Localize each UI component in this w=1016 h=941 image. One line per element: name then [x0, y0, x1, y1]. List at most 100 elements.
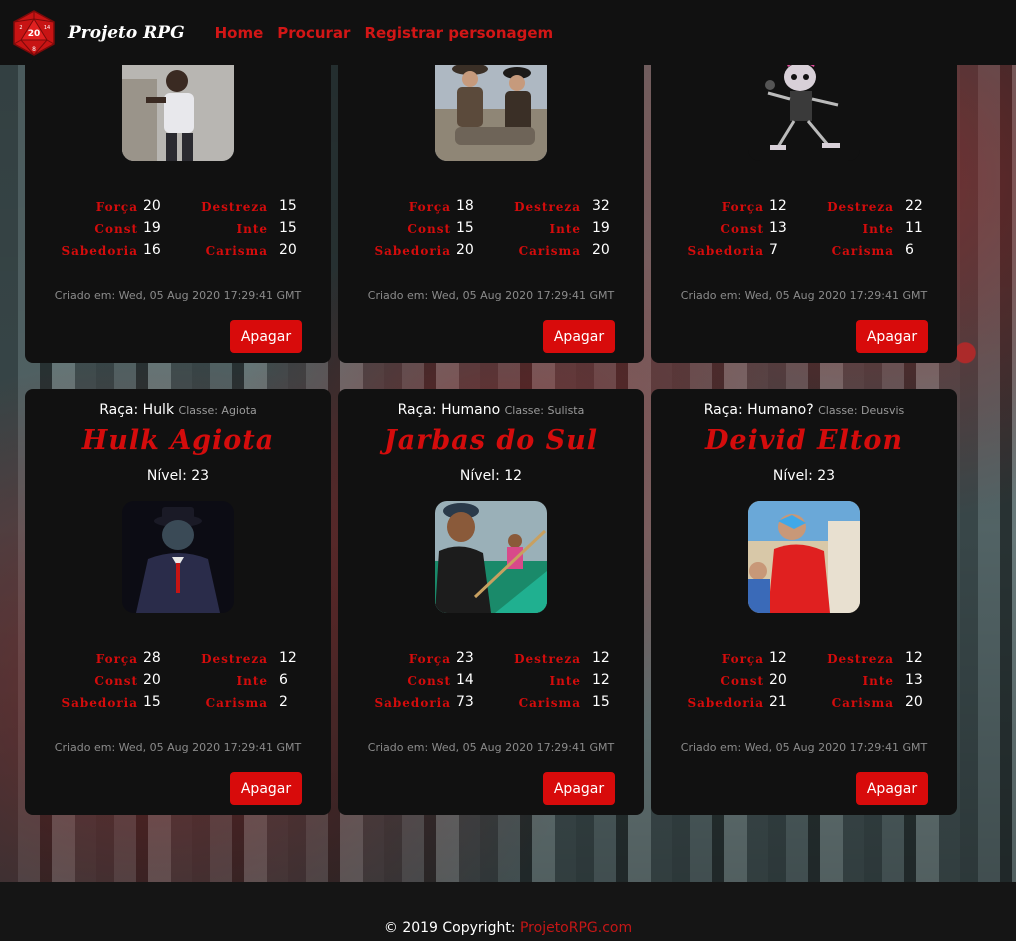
stat-label-const: Const [94, 674, 138, 688]
stat-label-carisma: Carisma [205, 696, 268, 710]
stats-table: Força 28 Destreza 12 Const 20 Inte 6 Sab… [25, 649, 331, 715]
stat-value-sabedoria: 21 [769, 694, 787, 710]
nav-search-link[interactable]: Procurar [277, 24, 350, 42]
character-name: Hulk Agiota [81, 425, 275, 456]
stat-value-carisma: 15 [592, 694, 610, 710]
race-label: Raça: Humano? [703, 402, 814, 418]
stat-value-carisma: 2 [279, 694, 288, 710]
created-timestamp: Criado em: Wed, 05 Aug 2020 17:29:41 GMT [680, 289, 928, 302]
stat-value-inte: 15 [279, 220, 297, 236]
svg-text:14: 14 [44, 25, 50, 31]
class-label: Classe: Deusvis [818, 404, 905, 417]
svg-text:20: 20 [28, 29, 41, 39]
character-level: Nível: 12 [459, 468, 523, 484]
delete-button[interactable]: Apagar [856, 320, 928, 353]
stat-label-inte: Inte [549, 222, 581, 236]
stat-label-forca: Força [721, 652, 764, 666]
stat-value-const: 19 [143, 220, 161, 236]
stat-value-carisma: 20 [279, 242, 297, 258]
delete-button[interactable]: Apagar [543, 320, 615, 353]
stat-label-forca: Força [95, 200, 138, 214]
svg-text:8: 8 [32, 46, 36, 53]
stat-value-inte: 12 [592, 672, 610, 688]
nav-register-link[interactable]: Registrar personagem [364, 24, 553, 42]
stat-value-const: 15 [456, 220, 474, 236]
created-timestamp: Criado em: Wed, 05 Aug 2020 17:29:41 GMT [680, 741, 928, 754]
footer: © 2019 Copyright: ProjetoRPG.com [0, 882, 1016, 941]
character-avatar [122, 49, 234, 161]
svg-text:2: 2 [19, 25, 22, 31]
stat-value-inte: 13 [905, 672, 923, 688]
stat-value-inte: 6 [279, 672, 288, 688]
stat-value-inte: 11 [905, 220, 923, 236]
stat-value-const: 20 [143, 672, 161, 688]
character-card: Raça: Hulk Classe: Agiota Hulk Agiota Ní… [25, 389, 331, 815]
stat-label-forca: Força [721, 200, 764, 214]
stat-value-sabedoria: 20 [456, 242, 474, 258]
stat-value-sabedoria: 7 [769, 242, 778, 258]
delete-button[interactable]: Apagar [230, 320, 302, 353]
character-name: Jarbas do Sul [383, 425, 599, 456]
character-level: Nível: 23 [772, 468, 836, 484]
stat-value-forca: 12 [769, 198, 787, 214]
brand-title[interactable]: Projeto RPG [68, 23, 185, 43]
character-card: Raça: Humano? Classe: Deusvis Deivid Elt… [651, 389, 957, 815]
stat-label-carisma: Carisma [205, 244, 268, 258]
stat-label-sabedoria: Sabedoria [61, 244, 138, 258]
stat-value-const: 20 [769, 672, 787, 688]
d20-dice-icon[interactable]: 20 8 2 14 [10, 9, 58, 57]
delete-button[interactable]: Apagar [856, 772, 928, 805]
stat-label-carisma: Carisma [831, 696, 894, 710]
stat-value-destreza: 12 [279, 650, 297, 666]
stat-label-sabedoria: Sabedoria [374, 696, 451, 710]
character-avatar [435, 49, 547, 161]
stats-table: Força 12 Destreza 12 Const 20 Inte 13 Sa… [651, 649, 957, 715]
stat-label-destreza: Destreza [514, 652, 581, 666]
stat-label-inte: Inte [236, 222, 268, 236]
created-timestamp: Criado em: Wed, 05 Aug 2020 17:29:41 GMT [367, 289, 615, 302]
created-timestamp: Criado em: Wed, 05 Aug 2020 17:29:41 GMT [54, 741, 302, 754]
stat-label-sabedoria: Sabedoria [687, 244, 764, 258]
class-label: Classe: Agiota [178, 404, 257, 417]
stat-value-carisma: 20 [905, 694, 923, 710]
delete-button[interactable]: Apagar [543, 772, 615, 805]
stat-label-const: Const [720, 674, 764, 688]
character-card: Força 12 Destreza 22 Const 13 Inte 11 Sa… [651, 40, 957, 363]
stat-value-forca: 20 [143, 198, 161, 214]
stat-label-destreza: Destreza [201, 652, 268, 666]
copyright-text: © 2019 Copyright: [383, 920, 520, 936]
stat-value-destreza: 15 [279, 198, 297, 214]
race-class-line: Raça: Humano? Classe: Deusvis [651, 402, 957, 418]
stats-table: Força 23 Destreza 12 Const 14 Inte 12 Sa… [338, 649, 644, 715]
stat-label-sabedoria: Sabedoria [61, 696, 138, 710]
stat-label-const: Const [94, 222, 138, 236]
stat-label-inte: Inte [862, 674, 894, 688]
character-avatar [435, 501, 547, 613]
character-name: Deivid Elton [704, 425, 904, 456]
stat-label-carisma: Carisma [518, 244, 581, 258]
stats-table: Força 12 Destreza 22 Const 13 Inte 11 Sa… [651, 197, 957, 263]
stat-label-sabedoria: Sabedoria [687, 696, 764, 710]
class-label: Classe: Sulista [504, 404, 585, 417]
stat-value-destreza: 12 [592, 650, 610, 666]
stat-label-inte: Inte [862, 222, 894, 236]
stat-label-const: Const [407, 222, 451, 236]
character-card: Força 20 Destreza 15 Const 19 Inte 15 Sa… [25, 40, 331, 363]
stat-value-destreza: 22 [905, 198, 923, 214]
character-avatar [122, 501, 234, 613]
footer-site-link[interactable]: ProjetoRPG.com [520, 920, 632, 936]
character-level: Nível: 23 [146, 468, 210, 484]
stat-value-forca: 18 [456, 198, 474, 214]
stats-table: Força 20 Destreza 15 Const 19 Inte 15 Sa… [25, 197, 331, 263]
delete-button[interactable]: Apagar [230, 772, 302, 805]
stat-value-destreza: 32 [592, 198, 610, 214]
stat-value-forca: 12 [769, 650, 787, 666]
stat-label-forca: Força [408, 200, 451, 214]
character-avatar [748, 501, 860, 613]
stat-label-destreza: Destreza [827, 200, 894, 214]
stat-value-sabedoria: 16 [143, 242, 161, 258]
navbar: 20 8 2 14 Projeto RPG Home Procurar Regi… [0, 0, 1016, 65]
race-class-line: Raça: Humano Classe: Sulista [338, 402, 644, 418]
nav-home-link[interactable]: Home [215, 24, 264, 42]
stats-table: Força 18 Destreza 32 Const 15 Inte 19 Sa… [338, 197, 644, 263]
